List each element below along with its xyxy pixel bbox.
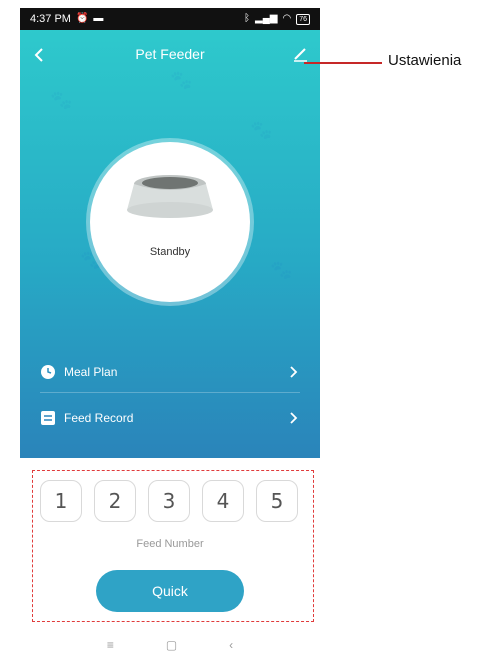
signal-icon: ▂▄▆ [255, 13, 278, 24]
annotation-label: Ustawienia [388, 52, 462, 69]
annotation-line [304, 62, 382, 64]
feed-number-3[interactable]: 3 [148, 480, 190, 522]
quick-feed-button[interactable]: Quick [96, 570, 244, 612]
page-title: Pet Feeder [135, 46, 205, 62]
feed-number-5[interactable]: 5 [256, 480, 298, 522]
chevron-right-icon [290, 411, 300, 425]
clock-icon [40, 364, 56, 380]
recent-apps-icon[interactable]: ≡ [107, 638, 114, 652]
feed-record-label: Feed Record [64, 411, 134, 425]
message-icon: ▬ [93, 13, 104, 24]
feed-number-label: Feed Number [136, 538, 204, 550]
meal-plan-row[interactable]: Meal Plan [40, 352, 300, 393]
edit-settings-button[interactable] [290, 44, 310, 64]
feed-number-selector: 1 2 3 4 5 [12, 470, 312, 530]
device-status-circle: Standby [90, 142, 250, 302]
paw-decoration-icon: 🐾 [50, 90, 73, 110]
home-icon[interactable]: ▢ [166, 638, 177, 652]
paw-decoration-icon: 🐾 [170, 70, 193, 90]
wifi-icon: ◠ [282, 13, 292, 24]
device-panel: 🐾 🐾 🐾 🐾 🐾 Pet Feeder Standby Meal Plan F… [20, 30, 320, 458]
alarm-icon: ⏰ [75, 13, 89, 24]
system-navigation-bar: ≡ ▢ ‹ [20, 630, 320, 659]
meal-plan-label: Meal Plan [64, 365, 118, 379]
feed-number-4[interactable]: 4 [202, 480, 244, 522]
list-icon [40, 410, 56, 426]
feed-number-1[interactable]: 1 [40, 480, 82, 522]
status-bar: 4:37 PM ⏰ ▬ ᛒ ▂▄▆ ◠ 76 [20, 8, 320, 30]
paw-decoration-icon: 🐾 [270, 260, 293, 280]
bowl-icon [127, 175, 213, 218]
system-back-icon[interactable]: ‹ [229, 638, 233, 652]
bluetooth-icon: ᛒ [244, 13, 250, 24]
device-status-text: Standby [149, 246, 191, 258]
battery-icon: 76 [296, 13, 310, 25]
chevron-right-icon [290, 365, 300, 379]
status-time: 4:37 PM [30, 13, 71, 25]
paw-decoration-icon: 🐾 [250, 120, 273, 140]
feed-number-2[interactable]: 2 [94, 480, 136, 522]
feed-record-row[interactable]: Feed Record [40, 398, 300, 438]
pencil-icon [294, 48, 307, 62]
